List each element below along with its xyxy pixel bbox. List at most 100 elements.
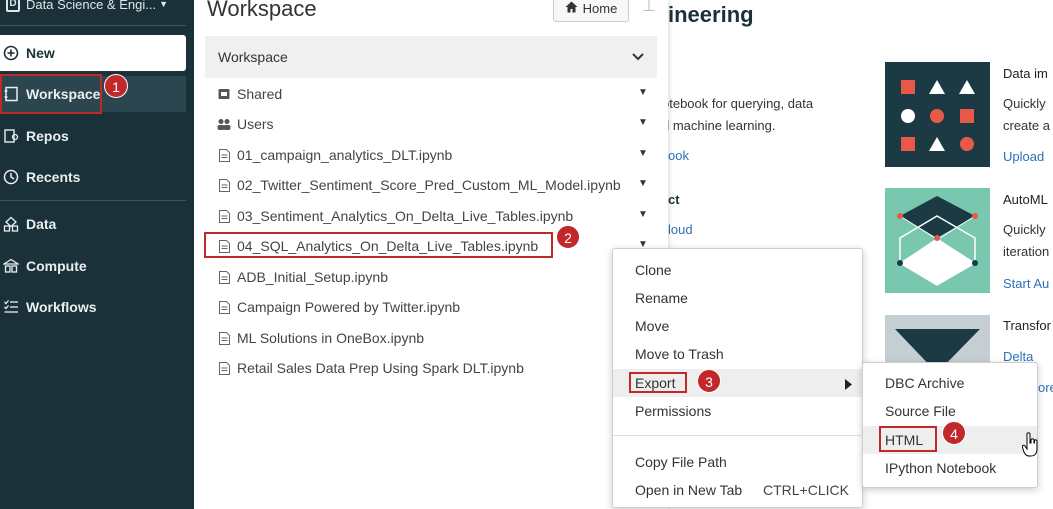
card3-link-2[interactable]: ore [1038, 380, 1053, 395]
row-label: ML Solutions in OneBox.ipynb [237, 330, 425, 346]
sidebar-item-label: Recents [26, 169, 81, 185]
sidebar-item-compute[interactable]: Compute [0, 248, 186, 284]
databricks-logo-icon: D [6, 0, 20, 12]
menu-item-open-label: Open in New Tab [635, 482, 743, 498]
file-icon [217, 300, 231, 314]
list-item[interactable]: ML Solutions in OneBox.ipynb [217, 327, 647, 349]
sidebar-item-new[interactable]: New [0, 35, 186, 71]
data-icon [0, 216, 22, 232]
chevron-down-icon: ▼ [159, 0, 168, 9]
card1-link[interactable]: Upload [1003, 149, 1044, 164]
sidebar-item-label: Workflows [26, 299, 97, 315]
row-label: Campaign Powered by Twitter.ipynb [237, 299, 461, 315]
submenu-arrow-icon [845, 377, 852, 393]
intro-text-2: d machine learning. [662, 118, 776, 133]
file-icon [217, 209, 231, 223]
file-icon [217, 361, 231, 375]
intro-text: otebook for querying, data [662, 96, 814, 111]
menu-item-rename[interactable]: Rename [613, 284, 862, 312]
upload-link[interactable]: loud [668, 222, 693, 237]
shared-folder-icon [217, 88, 231, 100]
card2-text: Quickly [1003, 222, 1046, 237]
annotation-box-4 [879, 426, 937, 452]
section-heading: ct [668, 192, 680, 207]
annotation-box-2 [204, 232, 553, 258]
home-button[interactable]: Home [553, 0, 629, 22]
sidebar-item-recents[interactable]: Recents [0, 159, 186, 195]
home-label: Home [582, 0, 618, 16]
annotation-badge-1: 1 [104, 74, 128, 98]
automl-illustration [897, 196, 978, 286]
panel-title: Workspace [207, 0, 317, 21]
menu-item-ipython-notebook[interactable]: IPython Notebook [863, 454, 1037, 482]
list-item[interactable]: 01_campaign_analytics_DLT.ipynb [217, 144, 647, 166]
pin-icon[interactable]: ⊥ [642, 0, 656, 16]
chevron-down-icon [631, 49, 645, 65]
workspace-name: Data Science & Engi... [26, 0, 157, 12]
sidebar-item-data[interactable]: Data [0, 206, 186, 242]
sidebar-item-label: New [26, 45, 55, 61]
row-label: 02_Twitter_Sentiment_Score_Pred_Custom_M… [237, 177, 621, 193]
caret-down-icon[interactable]: ▼ [638, 148, 648, 159]
home-icon [565, 1, 578, 16]
workspace-header-label: Workspace [218, 49, 288, 65]
row-label: ADB_Initial_Setup.ipynb [237, 269, 388, 285]
workspace-header[interactable]: Workspace [205, 36, 657, 78]
list-item-users[interactable]: Users [217, 113, 647, 135]
annotation-box-3 [629, 372, 687, 393]
sidebar-divider [0, 25, 186, 26]
hand-cursor-icon [1021, 432, 1040, 463]
menu-item-move-to-trash[interactable]: Move to Trash [613, 340, 862, 368]
clock-icon [0, 169, 22, 185]
create-notebook-link[interactable]: ook [668, 148, 689, 163]
card2-title: AutoML [1003, 192, 1048, 207]
data-import-tile[interactable] [885, 62, 990, 167]
sidebar-item-repos[interactable]: Repos [0, 118, 186, 154]
app-root: ineering otebook for querying, data d ma… [0, 0, 1053, 509]
row-label: 03_Sentiment_Analytics_On_Delta_Live_Tab… [237, 208, 574, 224]
card2-text-2: iteration [1003, 244, 1050, 259]
caret-down-icon[interactable]: ▼ [638, 117, 648, 128]
card3-title: Transfor [1003, 318, 1051, 333]
list-item[interactable]: Retail Sales Data Prep Using Spark DLT.i… [217, 357, 647, 379]
row-label: Users [237, 116, 274, 132]
file-icon [217, 178, 231, 192]
sidebar-divider [0, 200, 186, 201]
list-item[interactable]: 03_Sentiment_Analytics_On_Delta_Live_Tab… [217, 205, 647, 227]
caret-down-icon[interactable]: ▼ [638, 209, 648, 220]
caret-down-icon[interactable]: ▼ [638, 178, 648, 189]
workflows-icon [0, 299, 22, 315]
menu-item-open-in-new-tab[interactable]: Open in New Tab CTRL+CLICK [613, 476, 862, 504]
row-label: Retail Sales Data Prep Using Spark DLT.i… [237, 360, 524, 376]
annotation-box-1 [0, 74, 102, 114]
card2-link[interactable]: Start Au [1003, 276, 1049, 291]
menu-item-permissions[interactable]: Permissions [613, 397, 862, 425]
row-label: 01_campaign_analytics_DLT.ipynb [237, 147, 453, 163]
workspace-switcher[interactable]: D Data Science & Engi... ▼ [0, 0, 194, 16]
row-label: Shared [237, 86, 283, 102]
annotation-badge-2: 2 [556, 225, 580, 249]
file-icon [217, 331, 231, 345]
menu-item-clone[interactable]: Clone [613, 256, 862, 284]
card1-text-2: create a [1003, 118, 1050, 133]
automl-tile[interactable] [885, 188, 990, 293]
list-item[interactable]: 02_Twitter_Sentiment_Score_Pred_Custom_M… [217, 174, 647, 196]
menu-item-move[interactable]: Move [613, 312, 862, 340]
menu-divider [613, 435, 862, 436]
menu-item-dbc-archive[interactable]: DBC Archive [863, 369, 1037, 397]
file-icon [217, 148, 231, 162]
sidebar-item-label: Data [26, 216, 57, 232]
sidebar-item-workflows[interactable]: Workflows [0, 289, 186, 325]
list-item[interactable]: Campaign Powered by Twitter.ipynb [217, 296, 647, 318]
users-icon [217, 118, 231, 130]
data-import-illustration [901, 80, 975, 151]
list-item-shared[interactable]: Shared [217, 83, 647, 105]
compute-icon [0, 258, 22, 274]
file-icon [217, 270, 231, 284]
shortcut-hint: CTRL+CLICK [763, 482, 849, 498]
list-item[interactable]: ADB_Initial_Setup.ipynb [217, 266, 647, 288]
caret-down-icon[interactable]: ▼ [638, 87, 648, 98]
menu-item-copy-file-path[interactable]: Copy File Path [613, 448, 862, 476]
card1-title: Data im [1003, 66, 1048, 81]
annotation-badge-4: 4 [942, 421, 966, 445]
